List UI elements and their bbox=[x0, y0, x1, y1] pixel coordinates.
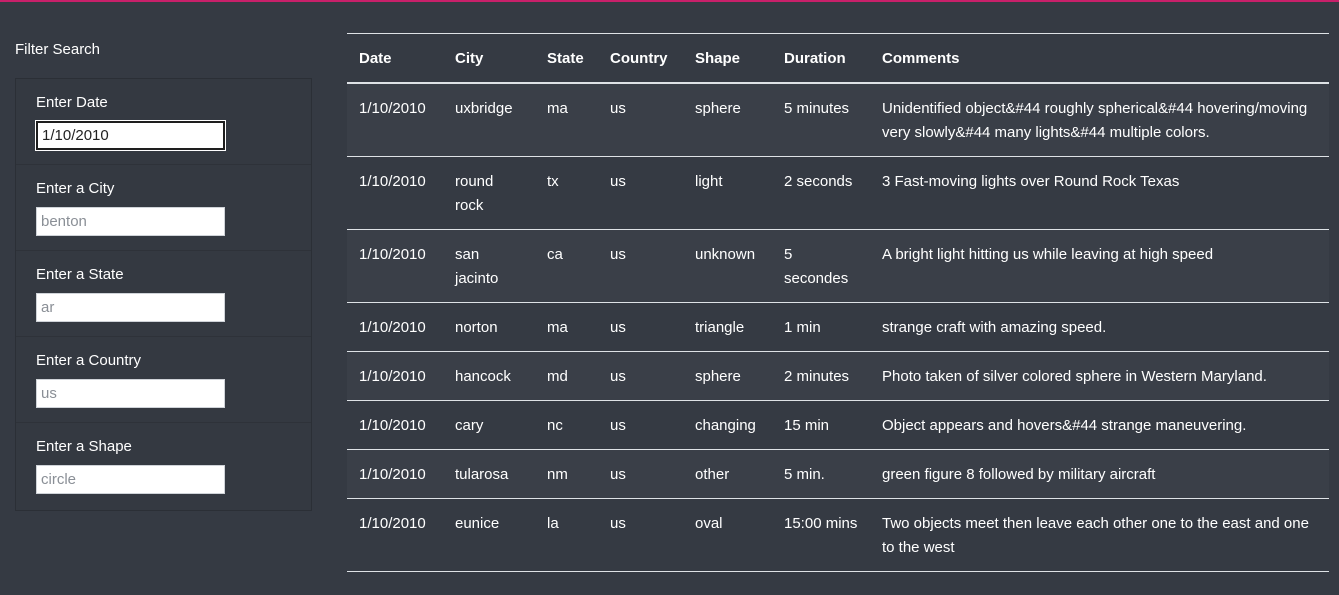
cell-state: ma bbox=[535, 83, 598, 157]
cell-shape: changing bbox=[683, 400, 772, 450]
cell-shape: sphere bbox=[683, 83, 772, 157]
date-input[interactable] bbox=[36, 121, 225, 150]
cell-country: us bbox=[598, 449, 683, 499]
cell-country: us bbox=[598, 156, 683, 230]
cell-state: nc bbox=[535, 400, 598, 450]
header-city: City bbox=[443, 33, 535, 84]
table-row: 1/10/2010 hancock md us sphere 2 minutes Photo… bbox=[347, 351, 1329, 401]
cell-state: la bbox=[535, 498, 598, 572]
cell-city: norton bbox=[443, 302, 535, 352]
cell-city: san jacinto bbox=[443, 229, 535, 303]
cell-comments: green figure 8 followed by military airc… bbox=[870, 449, 1329, 499]
filter-item-shape: Enter a Shape bbox=[16, 423, 311, 510]
filter-item-country: Enter a Country bbox=[16, 337, 311, 423]
cell-city: hancock bbox=[443, 351, 535, 401]
top-accent-bar bbox=[0, 0, 1339, 2]
table-row: 1/10/2010 san jacinto ca us unknown 5 seconde… bbox=[347, 229, 1329, 303]
cell-country: us bbox=[598, 302, 683, 352]
shape-label: Enter a Shape bbox=[36, 438, 132, 455]
table-row: 1/10/2010 norton ma us triangle 1 min strange … bbox=[347, 302, 1329, 352]
cell-date: 1/10/2010 bbox=[347, 351, 443, 401]
cell-duration: 1 min bbox=[772, 302, 870, 352]
cell-date: 1/10/2010 bbox=[347, 156, 443, 230]
cell-date: 1/10/2010 bbox=[347, 302, 443, 352]
cell-comments: strange craft with amazing speed. bbox=[870, 302, 1329, 352]
state-label: Enter a State bbox=[36, 266, 124, 283]
cell-duration: 2 minutes bbox=[772, 351, 870, 401]
header-date: Date bbox=[347, 33, 443, 84]
header-comments: Comments bbox=[870, 33, 1329, 84]
shape-input[interactable] bbox=[36, 465, 225, 494]
cell-city: eunice bbox=[443, 498, 535, 572]
cell-date: 1/10/2010 bbox=[347, 229, 443, 303]
filter-list: Enter Date Enter a City Enter a State En… bbox=[15, 78, 312, 511]
cell-comments: Object appears and hovers&#44 strange ma… bbox=[870, 400, 1329, 450]
cell-state: tx bbox=[535, 156, 598, 230]
cell-duration: 15:00 mins bbox=[772, 498, 870, 572]
cell-state: nm bbox=[535, 449, 598, 499]
cell-comments: Photo taken of silver colored sphere in … bbox=[870, 351, 1329, 401]
filter-item-state: Enter a State bbox=[16, 251, 311, 337]
cell-state: md bbox=[535, 351, 598, 401]
cell-comments: 3 Fast-moving lights over Round Rock Tex… bbox=[870, 156, 1329, 230]
country-input[interactable] bbox=[36, 379, 225, 408]
cell-comments: Unidentified object&#44 roughly spherica… bbox=[870, 83, 1329, 157]
cell-country: us bbox=[598, 83, 683, 157]
table-header: Date City State Country Shape Duration C… bbox=[347, 33, 1329, 84]
cell-country: us bbox=[598, 229, 683, 303]
cell-shape: other bbox=[683, 449, 772, 499]
city-input[interactable] bbox=[36, 207, 225, 236]
cell-shape: sphere bbox=[683, 351, 772, 401]
cell-country: us bbox=[598, 351, 683, 401]
cell-country: us bbox=[598, 498, 683, 572]
cell-comments: Two objects meet then leave each other o… bbox=[870, 498, 1329, 572]
header-shape: Shape bbox=[683, 33, 772, 84]
cell-city: uxbridge bbox=[443, 83, 535, 157]
cell-state: ma bbox=[535, 302, 598, 352]
table-row: 1/10/2010 uxbridge ma us sphere 5 minutes Unid… bbox=[347, 83, 1329, 157]
filter-item-city: Enter a City bbox=[16, 165, 311, 251]
cell-comments: A bright light hitting us while leaving … bbox=[870, 229, 1329, 303]
cell-shape: unknown bbox=[683, 229, 772, 303]
cell-date: 1/10/2010 bbox=[347, 400, 443, 450]
cell-duration: 5 minutes bbox=[772, 83, 870, 157]
filter-item-date: Enter Date bbox=[16, 79, 311, 165]
header-state: State bbox=[535, 33, 598, 84]
cell-duration: 15 min bbox=[772, 400, 870, 450]
cell-date: 1/10/2010 bbox=[347, 449, 443, 499]
date-label: Enter Date bbox=[36, 94, 108, 111]
header-country: Country bbox=[598, 33, 683, 84]
cell-duration: 5 min. bbox=[772, 449, 870, 499]
table-row: 1/10/2010 tularosa nm us other 5 min. green fi… bbox=[347, 449, 1329, 499]
cell-duration: 2 seconds bbox=[772, 156, 870, 230]
header-duration: Duration bbox=[772, 33, 870, 84]
cell-shape: light bbox=[683, 156, 772, 230]
cell-duration: 5 secondes bbox=[772, 229, 870, 303]
cell-date: 1/10/2010 bbox=[347, 83, 443, 157]
ufo-results-table: Date City State Country Shape Duration C… bbox=[347, 33, 1329, 572]
filter-title: Filter Search bbox=[15, 41, 101, 58]
cell-shape: oval bbox=[683, 498, 772, 572]
country-label: Enter a Country bbox=[36, 352, 142, 369]
table-body: 1/10/2010 uxbridge ma us sphere 5 minutes Unid… bbox=[347, 83, 1329, 572]
header-row: Date City State Country Shape Duration C… bbox=[347, 33, 1329, 84]
table-row: 1/10/2010 cary nc us changing 15 min Object ap… bbox=[347, 400, 1329, 450]
table-row: 1/10/2010 eunice la us oval 15:00 mins Two obj… bbox=[347, 498, 1329, 572]
cell-city: tularosa bbox=[443, 449, 535, 499]
state-input[interactable] bbox=[36, 293, 225, 322]
table-row: 1/10/2010 round rock tx us light 2 seconds 3 F… bbox=[347, 156, 1329, 230]
results-table-container: Date City State Country Shape Duration C… bbox=[347, 33, 1329, 572]
cell-shape: triangle bbox=[683, 302, 772, 352]
cell-city: cary bbox=[443, 400, 535, 450]
cell-city: round rock bbox=[443, 156, 535, 230]
filter-sidebar: Filter Search Enter Date Enter a City En… bbox=[15, 40, 312, 511]
cell-date: 1/10/2010 bbox=[347, 498, 443, 572]
city-label: Enter a City bbox=[36, 180, 115, 197]
cell-state: ca bbox=[535, 229, 598, 303]
cell-country: us bbox=[598, 400, 683, 450]
